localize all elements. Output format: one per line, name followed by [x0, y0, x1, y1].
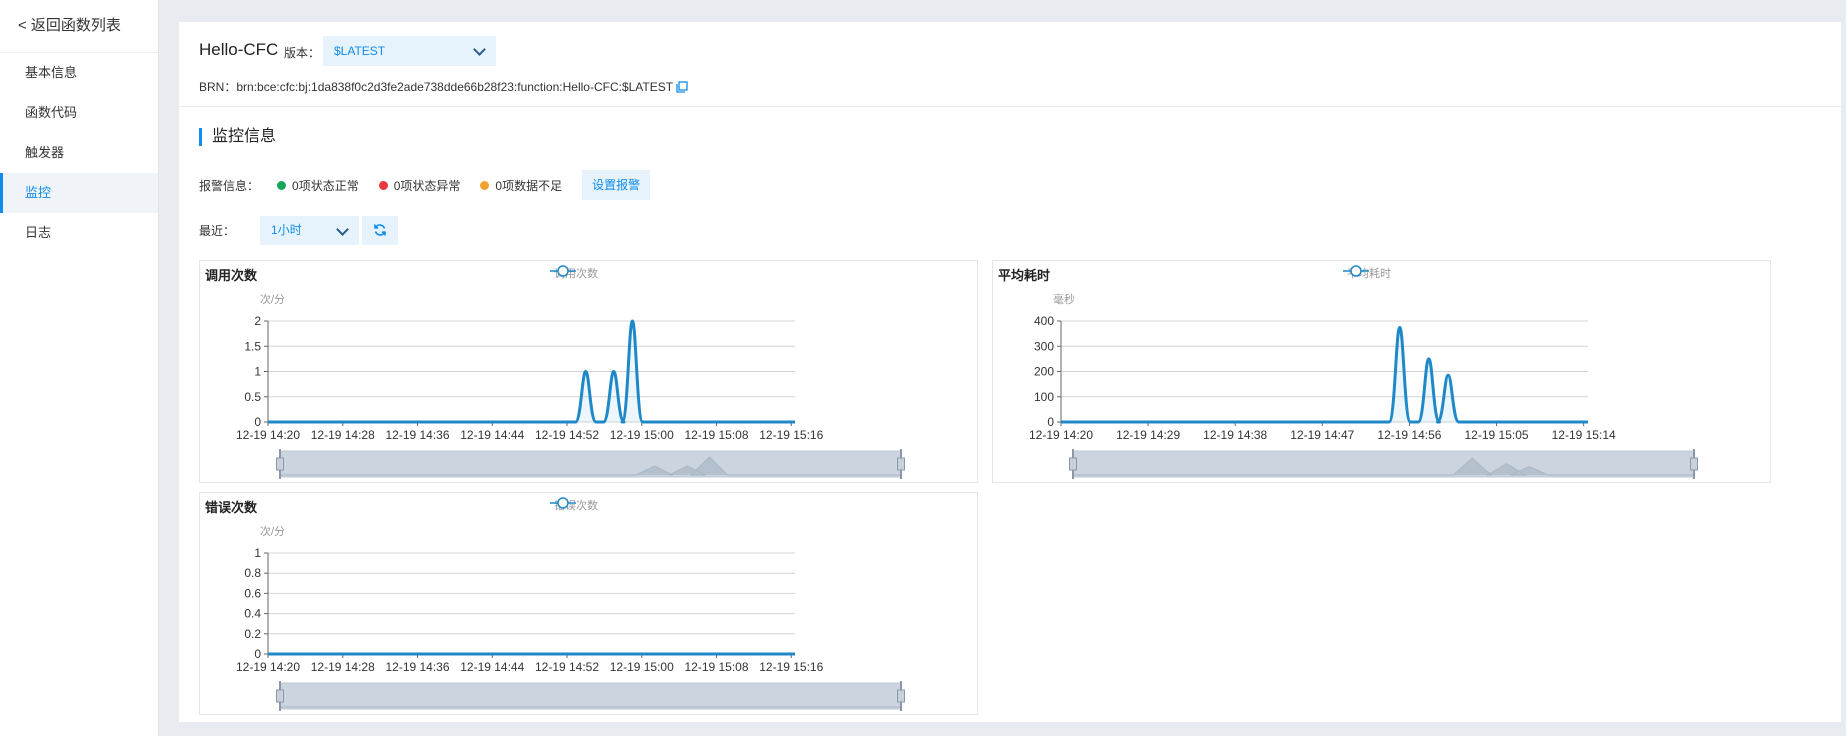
x-tick-label: 12-19 14:44: [460, 660, 524, 674]
refresh-button[interactable]: [362, 215, 399, 245]
x-tick-label: 12-19 14:20: [1029, 428, 1093, 442]
y-tick-label: 0: [1047, 415, 1054, 429]
version-value: $LATEST: [334, 44, 386, 58]
main-panel: Hello-CFC 版本： $LATEST BRN：brn:bce:cfc:bj…: [179, 22, 1841, 722]
zoom-handle-grip: [1690, 457, 1698, 471]
y-tick-label: 400: [1034, 314, 1054, 328]
x-tick-label: 12-19 14:38: [1203, 428, 1267, 442]
zoom-handle-grip: [897, 689, 905, 703]
chart-panel-errors: 错误次数 错误次数 次/分 0 0.2 0.4 0.6 0.8 1 12-19 14:20 12…: [199, 492, 978, 715]
recent-label: 最近：: [199, 223, 236, 238]
zoom-handle-grip: [897, 457, 905, 471]
status-normal-dot: [277, 180, 287, 190]
brn-label: BRN：: [199, 80, 237, 94]
status-insufficient-dot: [480, 180, 490, 190]
y-tick-label: 0.8: [244, 566, 261, 580]
x-tick-label: 12-19 15:00: [610, 660, 674, 674]
x-tick-label: 12-19 15:08: [684, 428, 748, 442]
series-line: [1061, 325, 1588, 424]
zoom-selection: [280, 683, 901, 709]
chevron-down-icon: [336, 222, 349, 236]
x-tick-label: 12-19 15:14: [1552, 428, 1616, 442]
alarm-label: 报警信息：: [199, 178, 260, 193]
chart-svg-avg-duration: 毫秒 0 100 200 300 400 12-19 14:20 12-19 14:29 12-…: [1029, 292, 1698, 479]
set-alarm-button[interactable]: 设置报警: [582, 170, 651, 200]
zoom-selection: [280, 451, 901, 477]
y-tick-label: 0.6: [244, 586, 261, 600]
y-tick-label: 0: [254, 647, 261, 661]
y-tick-label: 1: [254, 365, 261, 379]
sidebar-item-basic-info[interactable]: 基本信息: [0, 53, 158, 93]
x-tick-label: 12-19 14:36: [385, 428, 449, 442]
brn-row: BRN：brn:bce:cfc:bj:1da838f0c2d3fe2ade738…: [199, 78, 688, 96]
brn-value: brn:bce:cfc:bj:1da838f0c2d3fe2ade738dde6…: [236, 80, 674, 94]
zoom-handle-grip: [1069, 457, 1077, 471]
y-unit-label: 次/分: [260, 292, 285, 306]
chart-svg-errors: 次/分 0 0.2 0.4 0.6 0.8 1 12-19 14:20 12-19 14:28 1…: [236, 524, 905, 711]
y-unit-label: 次/分: [260, 524, 285, 538]
sidebar-item-trigger[interactable]: 触发器: [0, 133, 158, 173]
time-range-select[interactable]: 1小时: [260, 215, 360, 245]
y-tick-label: 0.2: [244, 627, 261, 641]
sidebar-item-function-code[interactable]: 函数代码: [0, 93, 158, 133]
y-tick-label: 300: [1034, 339, 1054, 353]
sidebar: < 返回函数列表 基本信息 函数代码 触发器 监控 日志: [0, 0, 159, 736]
alarm-normal: 0项状态正常: [277, 177, 359, 194]
x-tick-label: 12-19 14:52: [535, 428, 599, 442]
chart-panel-invocations: 调用次数 调用次数 次/分 0 0.5 1 1.5 2 12-19 14:20 12-19 1…: [199, 260, 978, 483]
y-unit-label: 毫秒: [1053, 292, 1075, 306]
chart-svg-invocations: 次/分 0 0.5 1 1.5 2 12-19 14:20 12-19 14:28 12-19 …: [236, 292, 905, 479]
y-tick-label: 1.5: [244, 339, 261, 353]
function-name: Hello-CFC: [199, 40, 279, 59]
alarm-abnormal-text: 0项状态异常: [393, 178, 461, 193]
x-tick-label: 12-19 14:28: [311, 660, 375, 674]
x-tick-label: 12-19 15:00: [610, 428, 674, 442]
sidebar-nav: 基本信息 函数代码 触发器 监控 日志: [0, 53, 158, 253]
x-tick-label: 12-19 14:44: [460, 428, 524, 442]
section-title-monitor: 监控信息: [199, 128, 276, 146]
x-tick-label: 12-19 15:08: [684, 660, 748, 674]
alarm-info-row: 报警信息： 0项状态正常 0项状态异常 0项数据不足 设置报警: [199, 170, 651, 200]
y-tick-label: 2: [254, 314, 261, 328]
back-to-function-list-link[interactable]: < 返回函数列表: [0, 0, 158, 53]
y-tick-label: 1: [254, 546, 261, 560]
chevron-down-icon: [473, 43, 486, 56]
refresh-icon: [374, 224, 386, 236]
x-tick-label: 12-19 14:36: [385, 660, 449, 674]
sidebar-item-log[interactable]: 日志: [0, 213, 158, 253]
version-select[interactable]: $LATEST: [323, 36, 496, 66]
y-tick-label: 0.5: [244, 390, 261, 404]
y-tick-label: 200: [1034, 365, 1054, 379]
x-tick-label: 12-19 14:47: [1290, 428, 1354, 442]
alarm-insufficient: 0项数据不足: [480, 177, 562, 194]
x-tick-label: 12-19 14:20: [236, 660, 300, 674]
alarm-abnormal: 0项状态异常: [378, 177, 461, 194]
time-range-value: 1小时: [271, 222, 302, 237]
zoom-selection: [1073, 451, 1694, 477]
sidebar-item-monitor[interactable]: 监控: [0, 173, 158, 213]
y-tick-label: 0: [254, 415, 261, 429]
version-label: 版本：: [284, 46, 321, 60]
y-tick-label: 0.4: [244, 607, 261, 621]
y-tick-label: 100: [1034, 390, 1054, 404]
x-tick-label: 12-19 14:20: [236, 428, 300, 442]
alarm-normal-text: 0项状态正常: [292, 178, 359, 193]
function-header: Hello-CFC 版本： $LATEST BRN：brn:bce:cfc:bj…: [179, 22, 1841, 107]
x-tick-label: 12-19 14:28: [311, 428, 375, 442]
status-abnormal-dot: [378, 180, 388, 190]
x-tick-label: 12-19 14:52: [535, 660, 599, 674]
alarm-insufficient-text: 0项数据不足: [495, 178, 563, 193]
x-tick-label: 12-19 14:29: [1116, 428, 1180, 442]
zoom-handle-grip: [276, 689, 284, 703]
x-tick-label: 12-19 15:16: [759, 660, 823, 674]
series-area: [1061, 327, 1588, 422]
chart-panel-avg-duration: 平均耗时 平均耗时 毫秒 0 100 200 300 400 12-19 14:20 12-1…: [992, 260, 1771, 483]
zoom-handle-grip: [276, 457, 284, 471]
x-tick-label: 12-19 15:05: [1465, 428, 1529, 442]
x-tick-label: 12-19 14:56: [1377, 428, 1441, 442]
x-tick-label: 12-19 15:16: [759, 428, 823, 442]
time-range-row: 最近： 1小时: [199, 215, 399, 245]
copy-icon[interactable]: [676, 81, 688, 96]
